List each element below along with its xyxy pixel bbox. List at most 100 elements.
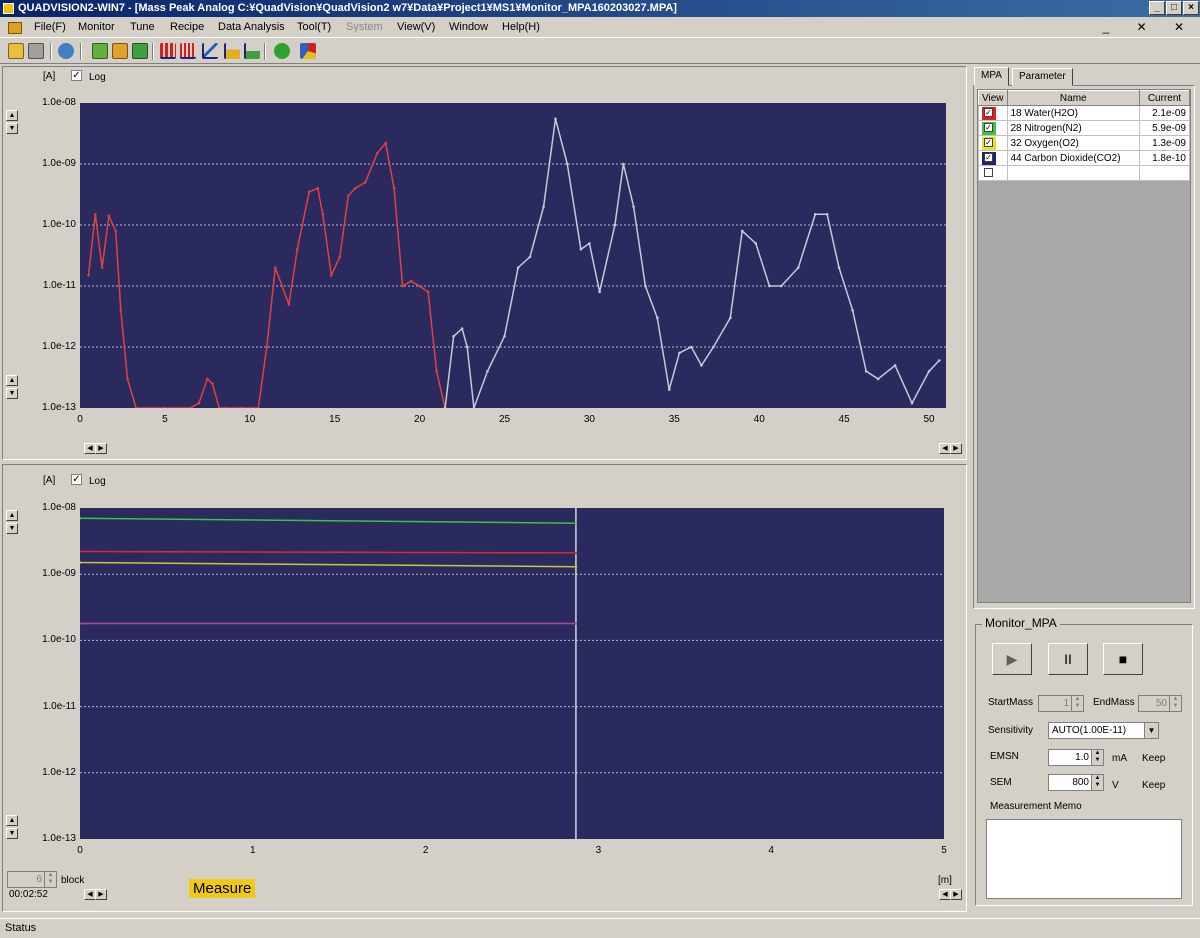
menu-tool[interactable]: Tool(T) bbox=[297, 21, 331, 33]
data-point bbox=[392, 186, 396, 190]
y-tick-label: 1.0e-11 bbox=[42, 280, 76, 291]
x-zoom-right-button[interactable]: ▶ bbox=[950, 443, 962, 454]
bar-chart-icon[interactable] bbox=[180, 43, 196, 59]
play-button[interactable]: ▶ bbox=[992, 643, 1032, 675]
menu-recipe[interactable]: Recipe bbox=[170, 21, 204, 33]
view-cell[interactable]: ✓ bbox=[978, 120, 1008, 136]
tune-icon[interactable] bbox=[112, 43, 128, 59]
view-checkbox[interactable]: ✓ bbox=[984, 137, 993, 147]
data-point bbox=[864, 369, 868, 373]
data-point bbox=[503, 334, 506, 338]
trend-plot[interactable] bbox=[80, 508, 944, 839]
x-scroll-right-button[interactable]: ▶ bbox=[95, 889, 107, 900]
tab-parameter[interactable]: Parameter bbox=[1012, 68, 1073, 86]
menu-window[interactable]: Window bbox=[449, 21, 488, 33]
y-scale-down-button[interactable]: ▼ bbox=[6, 123, 18, 134]
log-checkbox[interactable]: ✓ bbox=[71, 474, 82, 485]
table-row[interactable]: ✓ 18 Water(H2O) 2.1e-09 bbox=[978, 105, 1190, 121]
x-scroll-right-button[interactable]: ▶ bbox=[95, 443, 107, 454]
column-header-view[interactable]: View bbox=[978, 90, 1008, 106]
monitor-start-icon[interactable] bbox=[92, 43, 108, 59]
mass-peak-analog-icon[interactable] bbox=[160, 43, 176, 59]
view-cell[interactable]: ✓ bbox=[978, 150, 1008, 166]
current-cell: 2.1e-09 bbox=[1139, 105, 1190, 121]
end-mass-spinner[interactable]: 50 ▲ ▼ bbox=[1138, 695, 1182, 712]
globe-icon[interactable] bbox=[58, 43, 74, 59]
close-button[interactable]: × bbox=[1183, 1, 1199, 15]
table-row[interactable]: ✓ 32 Oxygen(O2) 1.3e-09 bbox=[978, 135, 1190, 151]
toolbar-separator bbox=[152, 43, 154, 60]
monitor-group-title: Monitor_MPA bbox=[982, 616, 1060, 630]
chevron-down-icon[interactable]: ▼ bbox=[1144, 723, 1158, 738]
x-zoom-right-button[interactable]: ▶ bbox=[950, 889, 962, 900]
menu-system[interactable]: System bbox=[346, 21, 383, 33]
print-icon[interactable] bbox=[28, 43, 44, 59]
y-offset-up-button[interactable]: ▲ bbox=[6, 815, 18, 826]
color-swatch: ✓ bbox=[982, 151, 996, 165]
data-point bbox=[401, 284, 404, 288]
log-checkbox[interactable]: ✓ bbox=[71, 70, 82, 81]
menu-help[interactable]: Help(H) bbox=[502, 21, 540, 33]
right-panel: View Name Current ✓ 18 Water(H2O) 2.1e-09 ✓… bbox=[970, 66, 1198, 612]
spectrum-plot[interactable] bbox=[80, 103, 946, 408]
menu-data-analysis[interactable]: Data Analysis bbox=[218, 21, 285, 33]
memo-textarea[interactable] bbox=[986, 819, 1182, 899]
recipe-icon[interactable] bbox=[132, 43, 148, 59]
start-mass-spinner[interactable]: 1 ▲ ▼ bbox=[1038, 695, 1084, 712]
toolbar-separator bbox=[264, 43, 266, 60]
column-header-current[interactable]: Current bbox=[1139, 90, 1190, 106]
y-scale-down-button[interactable]: ▼ bbox=[6, 523, 18, 534]
y-offset-down-button[interactable]: ▼ bbox=[6, 388, 18, 399]
histogram-icon[interactable] bbox=[224, 43, 240, 59]
menu-monitor[interactable]: Monitor bbox=[78, 21, 115, 33]
data-point bbox=[644, 284, 647, 288]
table-row[interactable]: ✓ 28 Nitrogen(N2) 5.9e-09 bbox=[978, 120, 1190, 136]
x-tick-label: 0 bbox=[77, 845, 83, 856]
toolbar bbox=[0, 39, 1200, 64]
check-icon[interactable] bbox=[274, 43, 290, 59]
open-icon[interactable] bbox=[8, 43, 24, 59]
view-checkbox[interactable]: ✓ bbox=[984, 107, 993, 117]
minimize-button[interactable]: _ bbox=[1149, 1, 1165, 15]
table-row[interactable]: ✓ 44 Carbon Dioxide(CO2) 1.8e-10 bbox=[978, 150, 1190, 166]
maximize-button[interactable]: □ bbox=[1166, 1, 1182, 15]
data-point bbox=[740, 229, 744, 233]
menu-tune[interactable]: Tune bbox=[130, 21, 155, 33]
view-checkbox[interactable] bbox=[984, 167, 993, 177]
menu-file[interactable]: File(F) bbox=[34, 21, 66, 33]
data-point bbox=[197, 401, 201, 405]
stop-button[interactable]: ■ bbox=[1103, 643, 1143, 675]
sensitivity-select[interactable]: AUTO(1.00E-11) ▼ bbox=[1048, 722, 1159, 739]
mdi-controls[interactable]: _ ✕ ✕ bbox=[1103, 20, 1196, 34]
data-point bbox=[316, 186, 320, 190]
view-checkbox[interactable]: ✓ bbox=[984, 152, 993, 162]
pie-chart-icon[interactable] bbox=[300, 43, 316, 59]
emsn-spinner[interactable]: 1.0 ▲ ▼ bbox=[1048, 749, 1104, 766]
data-point bbox=[574, 622, 578, 625]
y-tick-label: 1.0e-09 bbox=[42, 158, 76, 169]
title-bar: QUADVISION2-WIN7 - [Mass Peak Analog C:¥… bbox=[0, 0, 1200, 17]
emsn-unit: mA bbox=[1112, 753, 1127, 764]
column-header-name[interactable]: Name bbox=[1006, 90, 1140, 106]
data-point bbox=[779, 284, 783, 288]
table-row[interactable] bbox=[978, 165, 1190, 181]
view-cell[interactable]: ✓ bbox=[978, 105, 1008, 121]
tab-mpa[interactable]: MPA bbox=[974, 67, 1009, 86]
y-scale-up-button[interactable]: ▲ bbox=[6, 110, 18, 121]
data-point bbox=[574, 565, 578, 568]
view-cell[interactable] bbox=[978, 165, 1008, 181]
view-checkbox[interactable]: ✓ bbox=[984, 122, 993, 132]
document-icon[interactable] bbox=[8, 22, 22, 34]
trend-icon[interactable] bbox=[202, 43, 218, 59]
view-cell[interactable]: ✓ bbox=[978, 135, 1008, 151]
leak-check-icon[interactable] bbox=[244, 43, 260, 59]
y-offset-up-button[interactable]: ▲ bbox=[6, 375, 18, 386]
data-point bbox=[211, 382, 214, 386]
current-cell: 5.9e-09 bbox=[1139, 120, 1190, 136]
data-point bbox=[516, 266, 520, 269]
pause-button[interactable]: II bbox=[1048, 643, 1088, 675]
tab-content: View Name Current ✓ 18 Water(H2O) 2.1e-09 ✓… bbox=[973, 85, 1195, 609]
sem-spinner[interactable]: 800 ▲ ▼ bbox=[1048, 774, 1104, 791]
menu-view[interactable]: View(V) bbox=[397, 21, 435, 33]
block-spinner[interactable]: 6 ▲ ▼ bbox=[7, 871, 57, 888]
